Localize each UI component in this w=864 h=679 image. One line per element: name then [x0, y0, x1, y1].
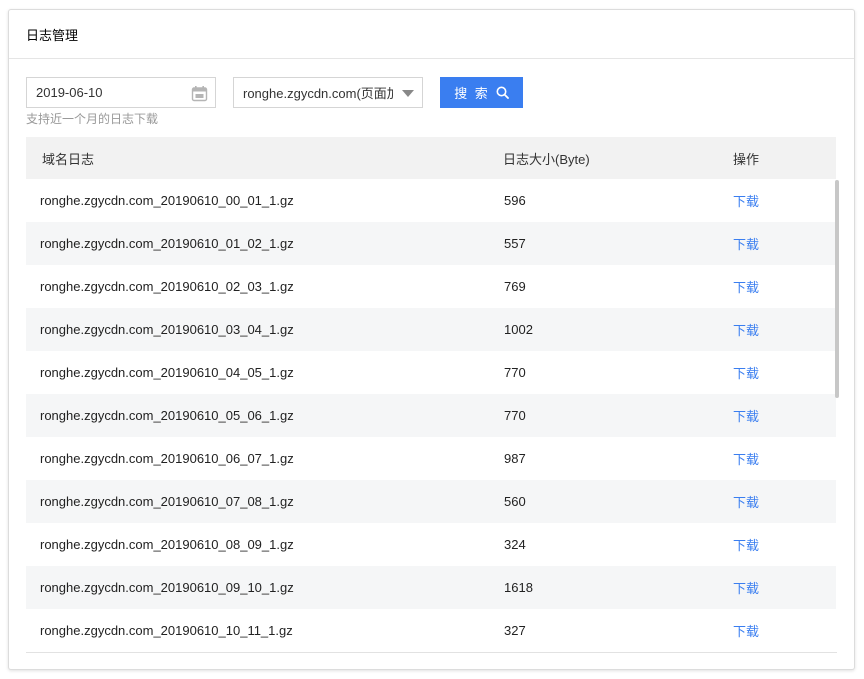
log-file-size: 1618	[504, 580, 533, 595]
date-picker-input[interactable]: 2019-06-10	[26, 77, 216, 108]
log-file-name: ronghe.zgycdn.com_20190610_08_09_1.gz	[40, 537, 294, 552]
table-row: ronghe.zgycdn.com_20190610_03_04_1.gz 10…	[26, 308, 836, 351]
table-row: ronghe.zgycdn.com_20190610_08_09_1.gz 32…	[26, 523, 836, 566]
log-file-name: ronghe.zgycdn.com_20190610_00_01_1.gz	[40, 193, 294, 208]
table-row: ronghe.zgycdn.com_20190610_01_02_1.gz 55…	[26, 222, 836, 265]
download-link[interactable]: 下载	[733, 323, 759, 338]
log-file-size: 1002	[504, 322, 533, 337]
log-file-size: 324	[504, 537, 526, 552]
log-file-name: ronghe.zgycdn.com_20190610_02_03_1.gz	[40, 279, 294, 294]
table-row: ronghe.zgycdn.com_20190610_10_11_1.gz 32…	[26, 609, 836, 652]
log-file-size: 770	[504, 365, 526, 380]
header-action: 操作	[733, 151, 760, 167]
table-row: ronghe.zgycdn.com_20190610_07_08_1.gz 56…	[26, 480, 836, 523]
log-file-name: ronghe.zgycdn.com_20190610_09_10_1.gz	[40, 580, 294, 595]
table-row: ronghe.zgycdn.com_20190610_09_10_1.gz 16…	[26, 566, 836, 609]
date-value: 2019-06-10	[36, 85, 103, 100]
table-row: ronghe.zgycdn.com_20190610_06_07_1.gz 98…	[26, 437, 836, 480]
log-file-name: ronghe.zgycdn.com_20190610_05_06_1.gz	[40, 408, 294, 423]
calendar-icon[interactable]	[191, 85, 208, 102]
domain-select-value: ronghe.zgycdn.com(页面加	[243, 86, 393, 101]
log-file-size: 560	[504, 494, 526, 509]
scrollbar-thumb[interactable]	[835, 180, 839, 398]
log-file-name: ronghe.zgycdn.com_20190610_06_07_1.gz	[40, 451, 294, 466]
header-log-size: 日志大小(Byte)	[503, 151, 590, 167]
table-scrollbar[interactable]	[835, 180, 839, 660]
download-link[interactable]: 下载	[733, 237, 759, 252]
caret-down-icon	[402, 90, 414, 97]
table-row: ronghe.zgycdn.com_20190610_00_01_1.gz 59…	[26, 179, 836, 222]
download-link[interactable]: 下载	[733, 194, 759, 209]
header-domain-log: 域名日志	[42, 151, 95, 167]
download-link[interactable]: 下载	[733, 409, 759, 424]
table-row: ronghe.zgycdn.com_20190610_04_05_1.gz 77…	[26, 351, 836, 394]
table-row: ronghe.zgycdn.com_20190610_02_03_1.gz 76…	[26, 265, 836, 308]
download-link[interactable]: 下载	[733, 452, 759, 467]
log-file-name: ronghe.zgycdn.com_20190610_07_08_1.gz	[40, 494, 294, 509]
log-file-name: ronghe.zgycdn.com_20190610_01_02_1.gz	[40, 236, 294, 251]
table-bottom-divider	[26, 652, 837, 653]
download-link[interactable]: 下载	[733, 366, 759, 381]
search-button-label: 搜 索	[454, 86, 490, 101]
date-range-hint: 支持近一个月的日志下载	[26, 112, 159, 126]
filter-toolbar: 2019-06-10 ronghe.zgycdn.com(页面加 搜 索	[26, 77, 846, 109]
download-link[interactable]: 下载	[733, 495, 759, 510]
panel-title: 日志管理	[9, 10, 854, 59]
download-link[interactable]: 下载	[733, 280, 759, 295]
log-table: 域名日志 日志大小(Byte) 操作 ronghe.zgycdn.com_201…	[26, 137, 836, 652]
download-link[interactable]: 下载	[733, 538, 759, 553]
log-file-name: ronghe.zgycdn.com_20190610_04_05_1.gz	[40, 365, 294, 380]
log-file-size: 557	[504, 236, 526, 251]
log-file-size: 327	[504, 623, 526, 638]
log-file-size: 769	[504, 279, 526, 294]
log-management-panel: 日志管理 2019-06-10 ronghe.zgycdn.com(页面加 搜 …	[8, 9, 855, 670]
domain-select[interactable]: ronghe.zgycdn.com(页面加	[233, 77, 423, 108]
log-file-size: 770	[504, 408, 526, 423]
log-file-size: 596	[504, 193, 526, 208]
log-file-size: 987	[504, 451, 526, 466]
log-file-name: ronghe.zgycdn.com_20190610_10_11_1.gz	[40, 623, 293, 638]
log-file-name: ronghe.zgycdn.com_20190610_03_04_1.gz	[40, 322, 294, 337]
search-icon	[496, 86, 509, 99]
table-body: ronghe.zgycdn.com_20190610_00_01_1.gz 59…	[26, 179, 836, 652]
download-link[interactable]: 下载	[733, 624, 759, 639]
table-row: ronghe.zgycdn.com_20190610_05_06_1.gz 77…	[26, 394, 836, 437]
table-header: 域名日志 日志大小(Byte) 操作	[26, 137, 836, 179]
search-button[interactable]: 搜 索	[440, 77, 523, 108]
download-link[interactable]: 下载	[733, 581, 759, 596]
